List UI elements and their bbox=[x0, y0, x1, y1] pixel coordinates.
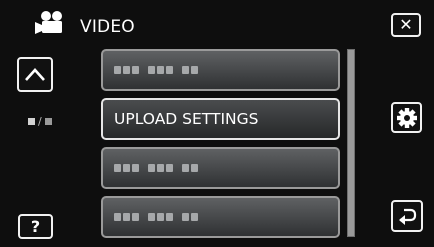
menu-item-placeholder bbox=[114, 213, 198, 221]
gear-icon bbox=[396, 107, 417, 128]
back-button[interactable] bbox=[391, 200, 423, 232]
help-icon: ? bbox=[30, 216, 41, 236]
scroll-up-button[interactable] bbox=[17, 57, 53, 92]
menu-item-upload-settings[interactable]: UPLOAD SETTINGS bbox=[101, 98, 340, 140]
menu-item[interactable] bbox=[101, 49, 340, 91]
menu-item-placeholder bbox=[114, 66, 198, 74]
page-indicator-total bbox=[44, 118, 52, 125]
menu-item[interactable] bbox=[101, 147, 340, 189]
page-indicator-current bbox=[28, 118, 35, 125]
chevron-up-icon bbox=[25, 67, 45, 81]
menu-item-label: UPLOAD SETTINGS bbox=[114, 110, 259, 128]
page-indicator-separator: / bbox=[38, 115, 42, 128]
page-title: VIDEO bbox=[80, 17, 135, 37]
menu-item[interactable] bbox=[101, 196, 340, 238]
scrollbar-thumb[interactable] bbox=[348, 50, 354, 236]
video-camera-icon bbox=[34, 10, 68, 36]
help-button[interactable]: ? bbox=[18, 214, 53, 239]
close-icon: ✕ bbox=[399, 15, 413, 34]
page-indicator: / bbox=[28, 115, 52, 128]
back-arrow-icon bbox=[399, 208, 417, 225]
settings-button[interactable] bbox=[391, 102, 422, 133]
close-button[interactable]: ✕ bbox=[391, 13, 421, 37]
menu-item-placeholder bbox=[114, 164, 198, 172]
